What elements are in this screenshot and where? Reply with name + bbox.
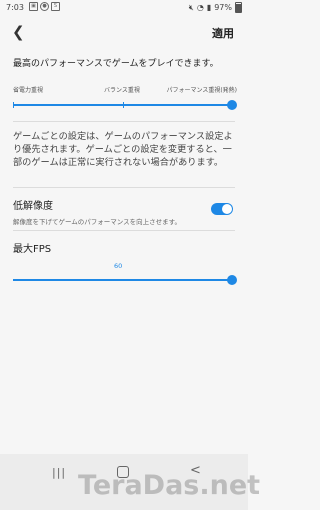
settings-warning-text: ゲームごとの設定は、ゲームのパフォーマンス設定より優先されます。ゲームごとの設定… (13, 131, 233, 168)
performance-slider[interactable] (13, 99, 237, 111)
performance-section: 最高のパフォーマンスでゲームをプレイできます。 省電力重視 バランス重視 パフォ… (13, 56, 237, 111)
performance-description: 最高のパフォーマンスでゲームをプレイできます。 (13, 59, 219, 69)
app-icon: S (51, 2, 60, 11)
record-icon: ● (40, 2, 49, 11)
low-resolution-subtitle: 解像度を下げてゲームのパフォーマンスを向上させます。 (13, 218, 182, 226)
max-fps-title: 最大FPS (13, 244, 52, 255)
status-time: 7:03 (6, 3, 24, 12)
performance-labels: 省電力重視 バランス重視 パフォーマンス重視(発熱) (13, 85, 237, 99)
divider (13, 121, 235, 122)
performance-label-performance: パフォーマンス重視(発熱) (166, 87, 237, 94)
back-arrow-icon[interactable]: ❮ (12, 23, 25, 41)
status-system-icons: 🔇︎ ◔ ▮ 97% (189, 2, 242, 13)
toggle-knob (222, 204, 232, 214)
divider (13, 230, 235, 231)
low-resolution-title: 低解像度 (13, 201, 53, 212)
max-fps-slider-track (13, 279, 233, 281)
low-resolution-toggle[interactable] (211, 203, 233, 215)
performance-label-power-saving: 省電力重視 (13, 87, 44, 94)
performance-slider-tick (13, 102, 14, 108)
max-fps-slider[interactable] (13, 274, 237, 286)
image-icon: ▣ (29, 2, 38, 11)
max-fps-value: 60 (114, 262, 123, 270)
status-notification-icons: ▣ ● S (29, 2, 60, 11)
signal-icon: ▮ (206, 3, 212, 12)
max-fps-slider-thumb[interactable] (227, 275, 237, 285)
watermark: TeraDas.net (78, 470, 261, 501)
mute-icon: 🔇︎ (188, 2, 194, 12)
apply-button[interactable]: 適用 (212, 25, 234, 41)
battery-icon (235, 2, 242, 13)
performance-slider-tick (123, 102, 124, 108)
recents-button[interactable]: ||| (52, 466, 66, 479)
low-resolution-row[interactable]: 低解像度 解像度を下げてゲームのパフォーマンスを向上させます。 (13, 197, 235, 226)
wifi-icon: ◔ (196, 3, 204, 12)
status-bar: 7:03 ▣ ● S 🔇︎ ◔ ▮ 97% (0, 0, 248, 16)
performance-slider-thumb[interactable] (227, 100, 237, 110)
battery-percent: 97% (214, 3, 232, 12)
performance-label-balanced: バランス重視 (104, 87, 140, 94)
divider (13, 187, 235, 188)
app-header: ❮ 適用 (0, 20, 248, 46)
